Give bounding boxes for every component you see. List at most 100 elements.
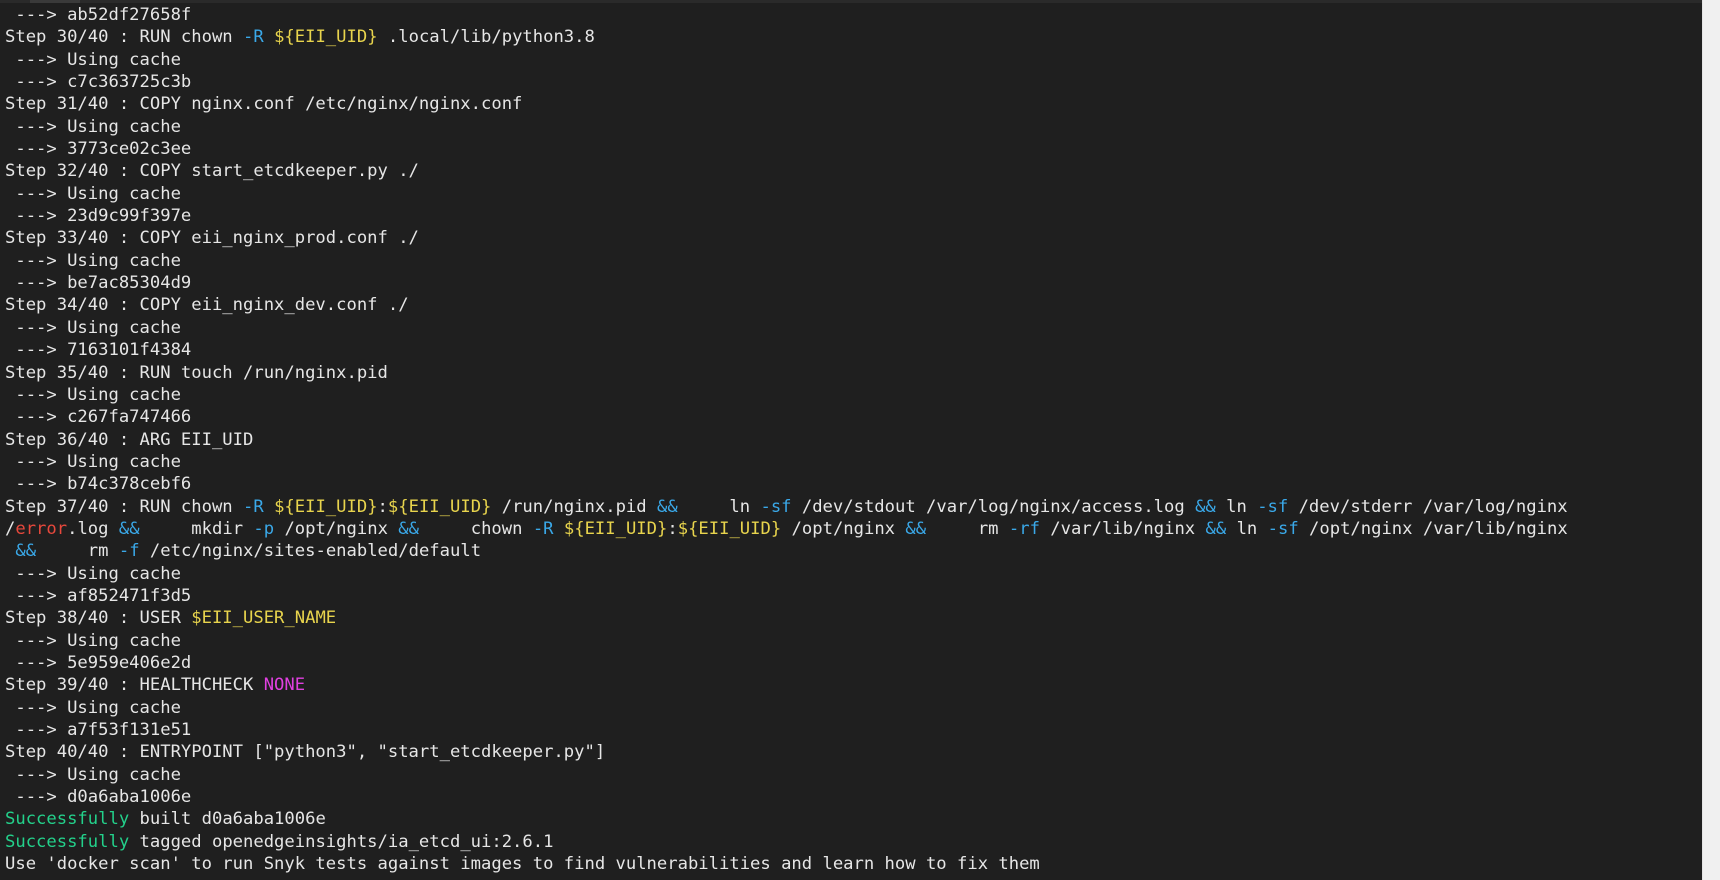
output-token: ---> Using cache: [5, 49, 181, 70]
output-token: &&: [398, 518, 419, 539]
output-token: ---> af852471f3d5: [5, 585, 192, 606]
output-token: ---> 23d9c99f397e: [5, 206, 192, 227]
output-token: /run/nginx.pid: [491, 496, 657, 517]
output-token: /var/lib/nginx: [1039, 518, 1206, 539]
output-token: ---> be7ac85304d9: [5, 273, 192, 294]
terminal-window[interactable]: ---> ab52df27658f Step 30/40 : RUN chown …: [0, 0, 1702, 880]
output-line: ---> d0a6aba1006e: [5, 786, 1700, 808]
output-line: ---> 7163101f4384: [5, 339, 1700, 361]
output-token: /opt/nginx: [274, 518, 399, 539]
output-token: ---> Using cache: [5, 451, 181, 472]
output-token: Step 32/40 : COPY start_etcdkeeper.py ./: [5, 161, 419, 182]
output-line: Step 38/40 : USER $EII_USER_NAME: [5, 607, 1700, 629]
output-token: ---> d0a6aba1006e: [5, 787, 192, 808]
output-line: Step 36/40 : ARG EII_UID: [5, 429, 1700, 451]
output-token: Step 36/40 : ARG EII_UID: [5, 429, 254, 450]
tab-strip: [0, 0, 1702, 3]
output-token: error: [15, 518, 68, 539]
output-token: chown: [418, 518, 533, 539]
output-line: ---> Using cache: [5, 116, 1700, 138]
output-line: ---> Using cache: [5, 451, 1700, 473]
output-token: [5, 541, 15, 561]
output-token: Use 'docker scan' to run Snyk tests agai…: [5, 854, 1040, 875]
output-token: ln: [1226, 518, 1268, 539]
output-line: ---> Using cache: [5, 250, 1700, 272]
output-line: ---> Using cache: [5, 697, 1700, 719]
output-line: ---> a7f53f131e51: [5, 719, 1700, 741]
output-token: Step 39/40 : HEALTHCHECK: [5, 675, 264, 696]
vertical-scrollbar[interactable]: [1702, 0, 1720, 880]
output-token: -R: [243, 496, 264, 517]
output-line: Step 31/40 : COPY nginx.conf /etc/nginx/…: [5, 93, 1700, 115]
output-line: ---> Using cache: [5, 630, 1700, 652]
output-token: &&: [118, 518, 140, 539]
output-token: &&: [15, 541, 37, 562]
output-line: ---> b74c378cebf6: [5, 473, 1700, 495]
output-line: Step 39/40 : HEALTHCHECK NONE: [5, 674, 1700, 696]
output-line: Successfully built d0a6aba1006e: [5, 808, 1700, 830]
output-token: [264, 27, 274, 47]
output-token: ---> Using cache: [5, 250, 181, 271]
output-token: -f: [118, 541, 140, 562]
output-line: Step 37/40 : RUN chown -R ${EII_UID}:${E…: [5, 496, 1700, 518]
output-token: built d0a6aba1006e: [129, 809, 326, 830]
output-token: .log: [67, 518, 119, 539]
output-token: ---> Using cache: [5, 697, 181, 718]
output-token: -sf: [760, 496, 792, 517]
output-line: ---> Using cache: [5, 317, 1700, 339]
output-token: ---> Using cache: [5, 317, 181, 338]
output-token: &&: [905, 518, 927, 539]
output-line: ---> 23d9c99f397e: [5, 205, 1700, 227]
output-token: Step 33/40 : COPY eii_nginx_prod.conf ./: [5, 228, 419, 249]
active-tab[interactable]: [30, 0, 80, 3]
output-token: ${EII_UID}: [387, 496, 492, 517]
output-token: tagged openedgeinsights/ia_etcd_ui:2.6.1: [129, 831, 554, 852]
output-token: NONE: [263, 675, 306, 696]
output-line: Step 30/40 : RUN chown -R ${EII_UID} .lo…: [5, 26, 1700, 48]
output-token: Step 35/40 : RUN touch /run/nginx.pid: [5, 362, 388, 383]
output-token: ---> Using cache: [5, 563, 181, 584]
output-token: ${EII_UID}: [677, 518, 782, 539]
output-token: ---> a7f53f131e51: [5, 720, 192, 740]
output-line: ---> Using cache: [5, 49, 1700, 71]
terminal-output: ---> ab52df27658f Step 30/40 : RUN chown …: [5, 4, 1700, 875]
output-line: Successfully tagged openedgeinsights/ia_…: [5, 831, 1700, 853]
output-token: -p: [253, 518, 275, 539]
output-line: Step 35/40 : RUN touch /run/nginx.pid: [5, 362, 1700, 384]
output-token: /dev/stdout /var/log/nginx/access.log: [791, 496, 1196, 517]
output-line: Step 33/40 : COPY eii_nginx_prod.conf ./: [5, 227, 1700, 249]
output-token: Step 38/40 : USER: [5, 608, 192, 629]
output-token: Step 40/40 : ENTRYPOINT ["python3", "sta…: [5, 742, 606, 763]
output-token: ---> Using cache: [5, 116, 181, 137]
output-token: $EII_USER_NAME: [191, 608, 337, 629]
output-line: ---> Using cache: [5, 563, 1700, 585]
output-token: ---> b74c378cebf6: [5, 474, 192, 495]
output-token: Step 30/40 : RUN chown: [5, 27, 243, 48]
output-line: ---> c267fa747466: [5, 406, 1700, 428]
output-token: .local/lib/python3.8: [377, 27, 595, 48]
output-token: ---> Using cache: [5, 384, 181, 405]
output-line: && rm -f /etc/nginx/sites-enabled/defaul…: [5, 540, 1700, 562]
output-line: ---> af852471f3d5: [5, 585, 1700, 607]
output-token: ---> c267fa747466: [5, 407, 192, 428]
output-token: ${EII_UID}: [563, 518, 668, 539]
output-token: -R: [243, 27, 264, 48]
output-token: &&: [1205, 518, 1227, 539]
output-token: ---> 5e959e406e2d: [5, 652, 192, 673]
output-token: ${EII_UID}: [274, 496, 378, 517]
output-token: -sf: [1267, 518, 1299, 539]
output-line: Step 40/40 : ENTRYPOINT ["python3", "sta…: [5, 741, 1700, 763]
output-token: /opt/nginx /var/lib/nginx: [1298, 518, 1568, 539]
output-line: ---> Using cache: [5, 183, 1700, 205]
output-token: -rf: [1008, 518, 1040, 539]
output-token: ---> ab52df27658f: [5, 5, 192, 25]
output-token: ln: [677, 496, 761, 517]
output-token: ---> 3773ce02c3ee: [5, 139, 192, 160]
output-token: -R: [532, 518, 554, 539]
output-token: ---> Using cache: [5, 183, 181, 204]
output-token: ${EII_UID}: [274, 27, 378, 48]
output-token: Step 34/40 : COPY eii_nginx_dev.conf ./: [5, 295, 409, 316]
output-token: /opt/nginx: [781, 518, 906, 539]
output-token: ---> Using cache: [5, 630, 181, 651]
output-token: mkdir: [139, 518, 254, 539]
